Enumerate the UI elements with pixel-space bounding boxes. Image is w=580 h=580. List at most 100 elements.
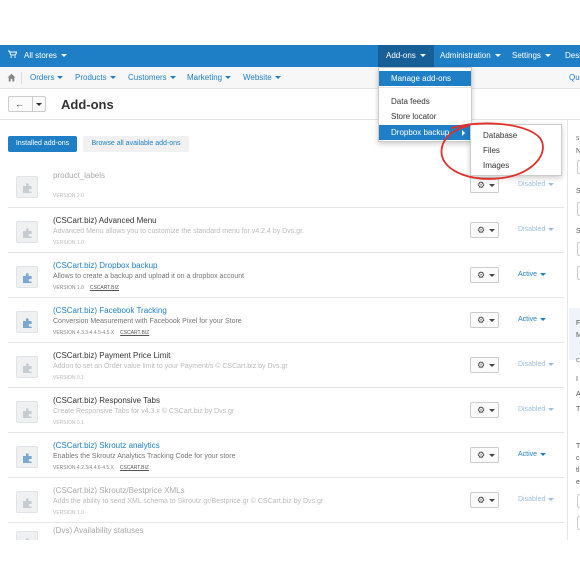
menu-item-files[interactable]: Files (483, 146, 500, 155)
status-toggle[interactable]: Active (518, 451, 547, 458)
sidebar-text: I (576, 376, 578, 383)
tab-settings[interactable]: Settings (512, 45, 558, 67)
back-button[interactable]: ← (8, 96, 46, 112)
settings-dropdown-button[interactable]: ⚙ (470, 267, 499, 283)
gear-icon: ⚙ (477, 315, 486, 325)
chevron-down-icon[interactable] (36, 103, 42, 106)
addon-description: Allows to create a backup and upload it … (53, 273, 245, 280)
chevron-down-icon (494, 54, 501, 58)
menu-item-dropbox-backup[interactable]: Dropbox backup (379, 125, 471, 140)
menu-item-data-feeds[interactable]: Data feeds (379, 94, 471, 109)
sidebar-text: S (576, 228, 580, 235)
gear-icon: ⚙ (477, 360, 486, 370)
addon-name-link[interactable]: (CSCart.biz) Skroutz analytics (53, 441, 160, 450)
top-margin (0, 0, 580, 45)
chevron-down-icon (169, 76, 176, 80)
puzzle-icon (16, 176, 38, 198)
chevron-down-icon (489, 319, 495, 322)
nav-orders[interactable]: Orders (30, 67, 64, 89)
chevron-down-icon (57, 76, 64, 80)
table-row: (Dvs) Availability statuses (8, 523, 564, 540)
puzzle-icon (16, 401, 38, 423)
addon-author-link[interactable]: CSCART.BIZ (120, 465, 149, 471)
chevron-down-icon (540, 317, 547, 321)
status-toggle[interactable]: Disabled (518, 181, 555, 188)
sidebar-text: S (576, 188, 580, 195)
addon-name-link[interactable]: (CSCart.biz) Facebook Tracking (53, 306, 167, 315)
status-toggle[interactable]: Active (518, 316, 547, 323)
menu-item-database[interactable]: Database (483, 131, 517, 140)
dropbox-submenu: Database Files Images (470, 124, 562, 176)
nav-quick-menu[interactable]: Qu (569, 67, 580, 89)
addon-author-link[interactable]: CSCART.BIZ (120, 330, 149, 336)
sidebar-text: F (576, 320, 580, 327)
table-row: (CSCart.biz) Skroutz/Bestprice XMLs Adds… (8, 478, 564, 523)
chevron-down-icon (489, 454, 495, 457)
status-toggle[interactable]: Disabled (518, 496, 555, 503)
puzzle-icon (16, 531, 38, 540)
chevron-down-icon (489, 499, 495, 502)
tab-addons[interactable]: Add-ons (378, 45, 434, 67)
nav-marketing[interactable]: Marketing (187, 67, 232, 89)
nav-website[interactable]: Website (243, 67, 281, 89)
sidebar-text: c (576, 455, 580, 462)
addon-name: product_labels (53, 171, 106, 180)
admin-topbar: All stores Add-ons Administration Settin… (0, 45, 580, 67)
chevron-down-icon (544, 54, 551, 58)
settings-dropdown-button[interactable]: ⚙ (470, 492, 499, 508)
puzzle-icon (16, 221, 38, 243)
sidebar-text: T (576, 443, 580, 450)
addon-description: Create Responsive Tabs for v4.3.x © CSCa… (53, 408, 235, 415)
sidebar-text: tl (576, 467, 580, 474)
settings-dropdown-button[interactable]: ⚙ (470, 177, 499, 193)
settings-dropdown-button[interactable]: ⚙ (470, 222, 499, 238)
status-toggle[interactable]: Disabled (518, 406, 555, 413)
addon-name: (CSCart.biz) Skroutz/Bestprice XMLs (53, 486, 185, 495)
status-toggle[interactable]: Active (518, 271, 547, 278)
status-toggle[interactable]: Disabled (518, 226, 555, 233)
chevron-down-icon (540, 272, 547, 276)
chevron-down-icon (548, 182, 555, 186)
addon-name: (CSCart.biz) Responsive Tabs (53, 396, 161, 405)
chevron-down-icon (109, 76, 116, 80)
settings-dropdown-button[interactable]: ⚙ (470, 447, 499, 463)
tab-design[interactable]: Desi (565, 45, 580, 67)
page-header: ← Add-ons (0, 89, 580, 120)
gear-icon: ⚙ (477, 450, 486, 460)
tab-installed-addons[interactable]: Installed add-ons (8, 136, 77, 152)
puzzle-icon (16, 311, 38, 333)
tab-administration[interactable]: Administration (440, 45, 506, 67)
puzzle-icon (16, 266, 38, 288)
addon-description: Adds the ability to send XML schema to S… (53, 498, 324, 505)
menu-item-manage-addons[interactable]: Manage add-ons (379, 71, 471, 86)
chevron-down-icon (548, 362, 555, 366)
status-toggle[interactable]: Disabled (518, 361, 555, 368)
tab-browse-addons[interactable]: Browse all available add-ons (83, 136, 189, 152)
addon-author-link[interactable]: CSCART.BIZ (90, 285, 119, 291)
nav-products[interactable]: Products (75, 67, 116, 89)
settings-dropdown-button[interactable]: ⚙ (470, 402, 499, 418)
addon-version: VERSION 0.1 (53, 375, 84, 381)
table-row: (CSCart.biz) Advanced Menu Advanced Menu… (8, 208, 564, 253)
nav-customers[interactable]: Customers (128, 67, 176, 89)
table-row: (CSCart.biz) Dropbox backup Allows to cr… (8, 253, 564, 298)
puzzle-icon (16, 491, 38, 513)
chevron-down-icon (489, 364, 495, 367)
settings-dropdown-button[interactable]: ⚙ (470, 357, 499, 373)
sidebar-text: S (576, 136, 580, 142)
chevron-down-icon (489, 274, 495, 277)
menu-item-images[interactable]: Images (483, 161, 509, 170)
gear-icon: ⚙ (477, 225, 486, 235)
settings-dropdown-button[interactable]: ⚙ (470, 312, 499, 328)
menu-item-store-locator[interactable]: Store locator (379, 109, 471, 124)
addon-name-link[interactable]: (CSCart.biz) Dropbox backup (53, 261, 157, 270)
addon-version: VERSION 0.1 (53, 420, 84, 426)
table-row: (CSCart.biz) Payment Price Limit Addon t… (8, 343, 564, 388)
home-icon[interactable] (7, 73, 16, 82)
page-title: Add-ons (61, 97, 114, 112)
right-sidebar: S N S S F M C I A T T c tl e (567, 120, 580, 540)
store-label: All stores (24, 51, 57, 60)
store-switcher[interactable]: All stores (8, 45, 67, 67)
menu-divider (379, 87, 471, 88)
addon-description: Conversion Measurement with Facebook Pix… (53, 318, 242, 325)
